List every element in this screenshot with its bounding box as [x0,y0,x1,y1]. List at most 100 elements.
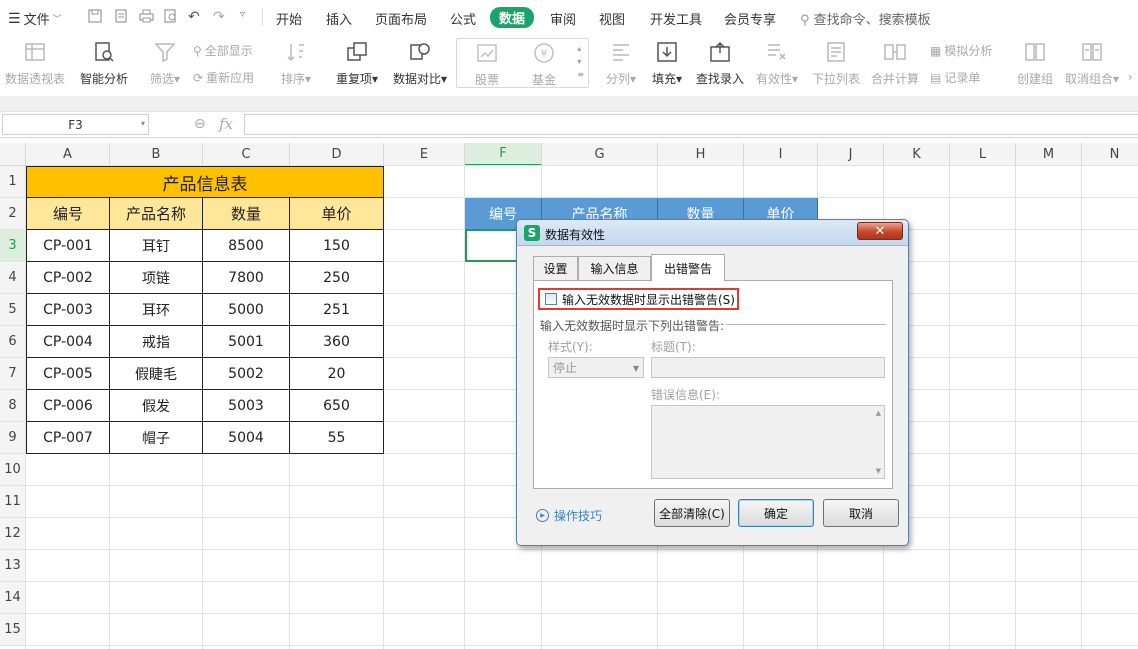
command-search[interactable]: ⚲ 查找命令、搜索模板 [800,9,931,28]
style-select[interactable]: 停止 ▼ [548,357,644,378]
row-header-2[interactable]: 2 [0,198,26,230]
pivot-table-button[interactable]: 数据透视表 [4,34,66,87]
formula-input[interactable] [244,114,1138,135]
table-cell[interactable]: CP-005 [26,358,110,390]
row-header-14[interactable]: 14 [0,582,26,614]
ribbon-overflow-icon[interactable]: › [1128,70,1133,84]
gallery-scroll-icon[interactable]: ▴ ▾ ≡ [577,42,584,81]
scroll-down-icon[interactable]: ▼ [876,467,881,475]
show-all-button[interactable]: ⚲ 全部显示 [193,42,253,59]
tab-review[interactable]: 审阅 [550,9,576,28]
file-menu[interactable]: ☰ 文件 ﹀ [8,9,62,29]
table-cell[interactable]: CP-003 [26,294,110,326]
name-box-dropdown-icon[interactable]: ▾ [141,119,145,128]
table-cell[interactable]: 55 [290,422,384,454]
row-header-3[interactable]: 3 [0,230,26,262]
fund-button[interactable]: ¥ 基金 [528,35,560,88]
table-cell[interactable]: CP-004 [26,326,110,358]
row-header-6[interactable]: 6 [0,326,26,358]
close-button[interactable]: ✕ [857,222,903,240]
save-icon[interactable] [88,9,102,27]
table-header-cell[interactable]: 数量 [203,198,290,230]
lookup-entry-button[interactable]: 查找录入 [695,34,745,87]
row-header-15[interactable]: 15 [0,614,26,646]
redo-icon[interactable]: ↷ [213,9,225,25]
table-cell[interactable]: 5004 [203,422,290,454]
customize-dropdown-icon[interactable]: ▿ [240,9,245,20]
row-header-4[interactable]: 4 [0,262,26,294]
row-header-5[interactable]: 5 [0,294,26,326]
column-header-c[interactable]: C [203,143,290,166]
table-cell[interactable]: 150 [290,230,384,262]
operation-tips-link[interactable]: ▶ 操作技巧 [536,507,602,524]
column-header-a[interactable]: A [26,143,110,166]
sort-button[interactable]: 排序▾ [278,34,314,87]
tab-input-message[interactable]: 输入信息 [578,256,651,280]
table-cell[interactable]: 7800 [203,262,290,294]
table-cell[interactable]: CP-006 [26,390,110,422]
show-error-alert-checkbox[interactable] [545,293,557,305]
tab-member[interactable]: 会员专享 [724,9,776,28]
tab-data[interactable]: 数据 [490,7,535,28]
row-header-11[interactable]: 11 [0,486,26,518]
insert-function-icon[interactable]: fx [219,115,233,133]
reapply-button[interactable]: ⟳ 重新应用 [193,69,254,86]
table-cell[interactable]: 5000 [203,294,290,326]
tab-page-layout[interactable]: 页面布局 [375,9,427,28]
dropdown-list-button[interactable]: 下拉列表 [811,34,861,87]
table-header-cell[interactable]: 单价 [290,198,384,230]
table-cell[interactable]: 360 [290,326,384,358]
table-cell[interactable]: 假发 [110,390,203,422]
print-preview-icon[interactable] [164,9,178,27]
table-cell[interactable]: 5002 [203,358,290,390]
column-header-m[interactable]: M [1016,143,1082,166]
dialog-title-bar[interactable]: S 数据有效性 ✕ [517,220,908,246]
table-cell[interactable]: 帽子 [110,422,203,454]
create-group-button[interactable]: 创建组 [1016,34,1054,87]
consolidate-button[interactable]: 合并计算 [870,34,920,87]
tab-insert[interactable]: 插入 [326,9,352,28]
duplicates-button[interactable]: 重复项▾ [333,34,381,87]
column-header-n[interactable]: N [1082,143,1138,166]
export-icon[interactable] [114,9,128,27]
table-cell[interactable]: 耳钉 [110,230,203,262]
name-box[interactable]: F3 ▾ [2,114,149,135]
table-cell[interactable]: 耳环 [110,294,203,326]
tab-home[interactable]: 开始 [276,9,302,28]
scroll-up-icon[interactable]: ▲ [876,409,881,417]
tab-view[interactable]: 视图 [599,9,625,28]
filter-button[interactable]: 筛选▾ [148,34,182,87]
stock-button[interactable]: 股票 [471,35,503,88]
clear-all-button[interactable]: 全部清除(C) [654,499,730,527]
table-cell[interactable]: 20 [290,358,384,390]
error-message-textarea[interactable]: ▲ ▼ [651,405,885,479]
row-header-12[interactable]: 12 [0,518,26,550]
zoom-formula-icon[interactable]: ⊖ [194,116,206,132]
column-header-i[interactable]: I [744,143,818,166]
ungroup-button[interactable]: 取消组合▾ [1063,34,1121,87]
row-header-7[interactable]: 7 [0,358,26,390]
show-error-alert-option[interactable]: 输入无效数据时显示出错警告(S) [538,288,739,310]
tab-formulas[interactable]: 公式 [450,9,476,28]
table-cell[interactable]: 5001 [203,326,290,358]
record-sheet-button[interactable]: ▤ 记录单 [930,69,980,86]
table-cell[interactable]: CP-007 [26,422,110,454]
column-header-f[interactable]: F [465,143,542,166]
smart-analysis-button[interactable]: 智能分析 [78,34,130,87]
table-header-cell[interactable]: 编号 [26,198,110,230]
table-cell[interactable]: 5003 [203,390,290,422]
row-header-1[interactable]: 1 [0,166,26,198]
column-header-h[interactable]: H [658,143,744,166]
table-cell[interactable]: 8500 [203,230,290,262]
table-cell[interactable]: 项链 [110,262,203,294]
fill-button[interactable]: 填充▾ [650,34,684,87]
column-header-e[interactable]: E [384,143,465,166]
split-column-button[interactable]: 分列▾ [604,34,638,87]
row-header-13[interactable]: 13 [0,550,26,582]
table-cell[interactable]: 假睫毛 [110,358,203,390]
table-header-cell[interactable]: 产品名称 [110,198,203,230]
data-compare-button[interactable]: 数据对比▾ [391,34,449,87]
undo-icon[interactable]: ↶ [188,9,200,25]
print-icon[interactable] [139,9,154,27]
table-cell[interactable]: 250 [290,262,384,294]
